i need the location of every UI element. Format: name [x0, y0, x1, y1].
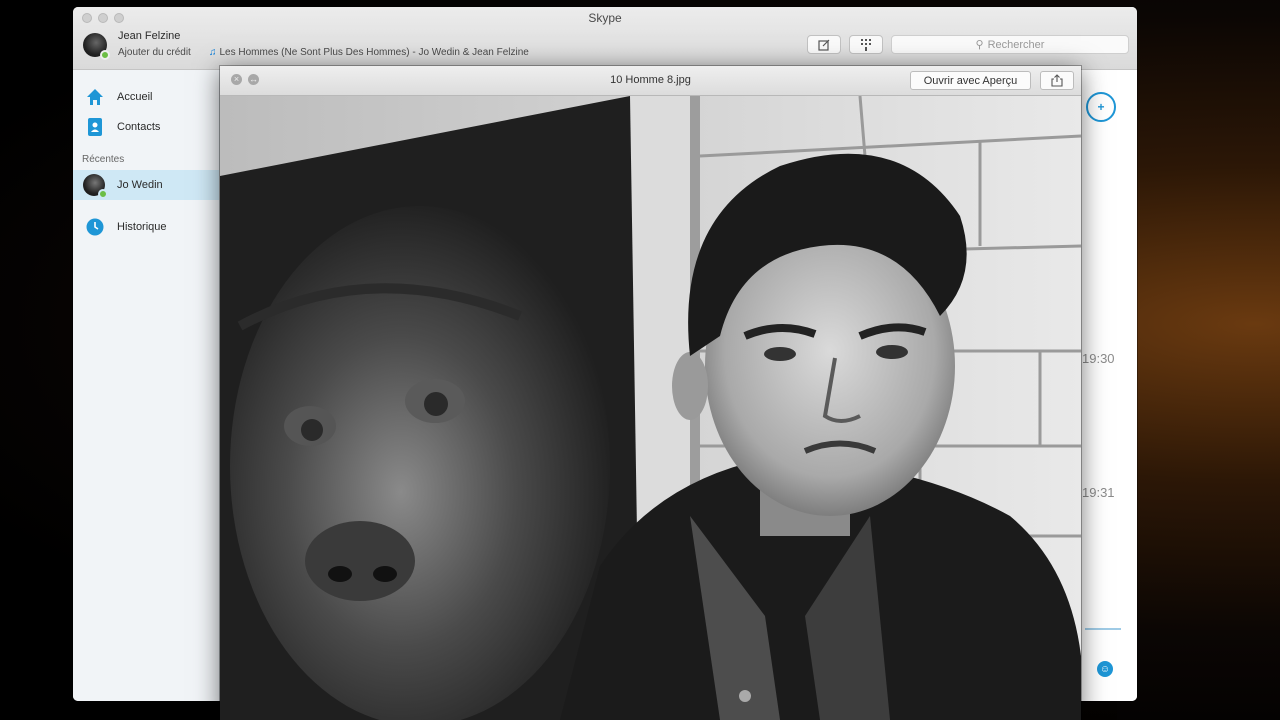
share-button[interactable] — [1040, 71, 1074, 90]
quicklook-toolbar: × ↔ 10 Homme 8.jpg Ouvrir avec Aperçu — [220, 66, 1081, 96]
share-icon — [1051, 74, 1063, 87]
home-icon — [86, 88, 104, 106]
conversation-panel — [1083, 70, 1137, 701]
sidebar-item-history[interactable]: Historique — [73, 212, 219, 242]
music-note-icon: ♫ — [209, 47, 217, 58]
online-status-icon — [98, 189, 108, 199]
recent-section-header: Récentes — [82, 154, 125, 165]
message-timestamp: 19:31 — [1082, 485, 1115, 500]
smiley-icon: ☺ — [1099, 663, 1111, 675]
sidebar-item-recent-contact[interactable]: Jo Wedin — [73, 170, 219, 200]
skype-titlebar: Skype Jean Felzine Ajouter du crédit ♫ Le… — [73, 7, 1137, 70]
window-title: Skype — [588, 11, 622, 25]
compose-icon — [818, 39, 830, 51]
message-timestamp: 19:30 — [1082, 351, 1115, 366]
preview-image — [220, 96, 1081, 720]
add-contact-button[interactable]: + — [1086, 92, 1116, 122]
sidebar: Accueil Contacts Récentes Jo Wedin Histo… — [73, 70, 220, 701]
search-icon: ⚲ — [975, 39, 984, 51]
message-input-underline — [1085, 628, 1121, 630]
contacts-icon — [86, 118, 104, 136]
add-credit-link[interactable]: Ajouter du crédit — [118, 47, 191, 58]
contact-avatar — [83, 174, 108, 199]
mood-message[interactable]: ♫ Les Hommes (Ne Sont Plus Des Hommes) - … — [209, 47, 529, 58]
sidebar-item-contacts[interactable]: Contacts — [73, 112, 219, 142]
user-avatar[interactable] — [83, 33, 110, 60]
sidebar-item-label: Accueil — [117, 91, 153, 103]
sidebar-item-label: Historique — [117, 221, 167, 233]
quicklook-window: × ↔ 10 Homme 8.jpg Ouvrir avec Aperçu — [220, 66, 1081, 720]
clock-icon — [86, 218, 104, 236]
open-with-preview-button[interactable]: Ouvrir avec Aperçu — [910, 71, 1031, 90]
contact-avatar-wrapper — [83, 174, 108, 199]
dialpad-button[interactable] — [849, 35, 883, 54]
online-status-icon — [100, 50, 110, 60]
user-name[interactable]: Jean Felzine — [118, 30, 180, 42]
sidebar-item-home[interactable]: Accueil — [73, 82, 219, 112]
search-placeholder: Rechercher — [987, 38, 1045, 51]
search-field[interactable]: ⚲ Rechercher — [891, 35, 1129, 54]
sidebar-item-label: Contacts — [117, 121, 161, 133]
mood-text: Les Hommes (Ne Sont Plus Des Hommes) - J… — [219, 47, 529, 58]
emoticon-button[interactable]: ☺ — [1097, 661, 1113, 677]
dialpad-icon — [861, 38, 871, 51]
add-person-icon: + — [1097, 100, 1105, 114]
sidebar-item-label: Jo Wedin — [117, 179, 163, 191]
new-conversation-button[interactable] — [807, 35, 841, 54]
